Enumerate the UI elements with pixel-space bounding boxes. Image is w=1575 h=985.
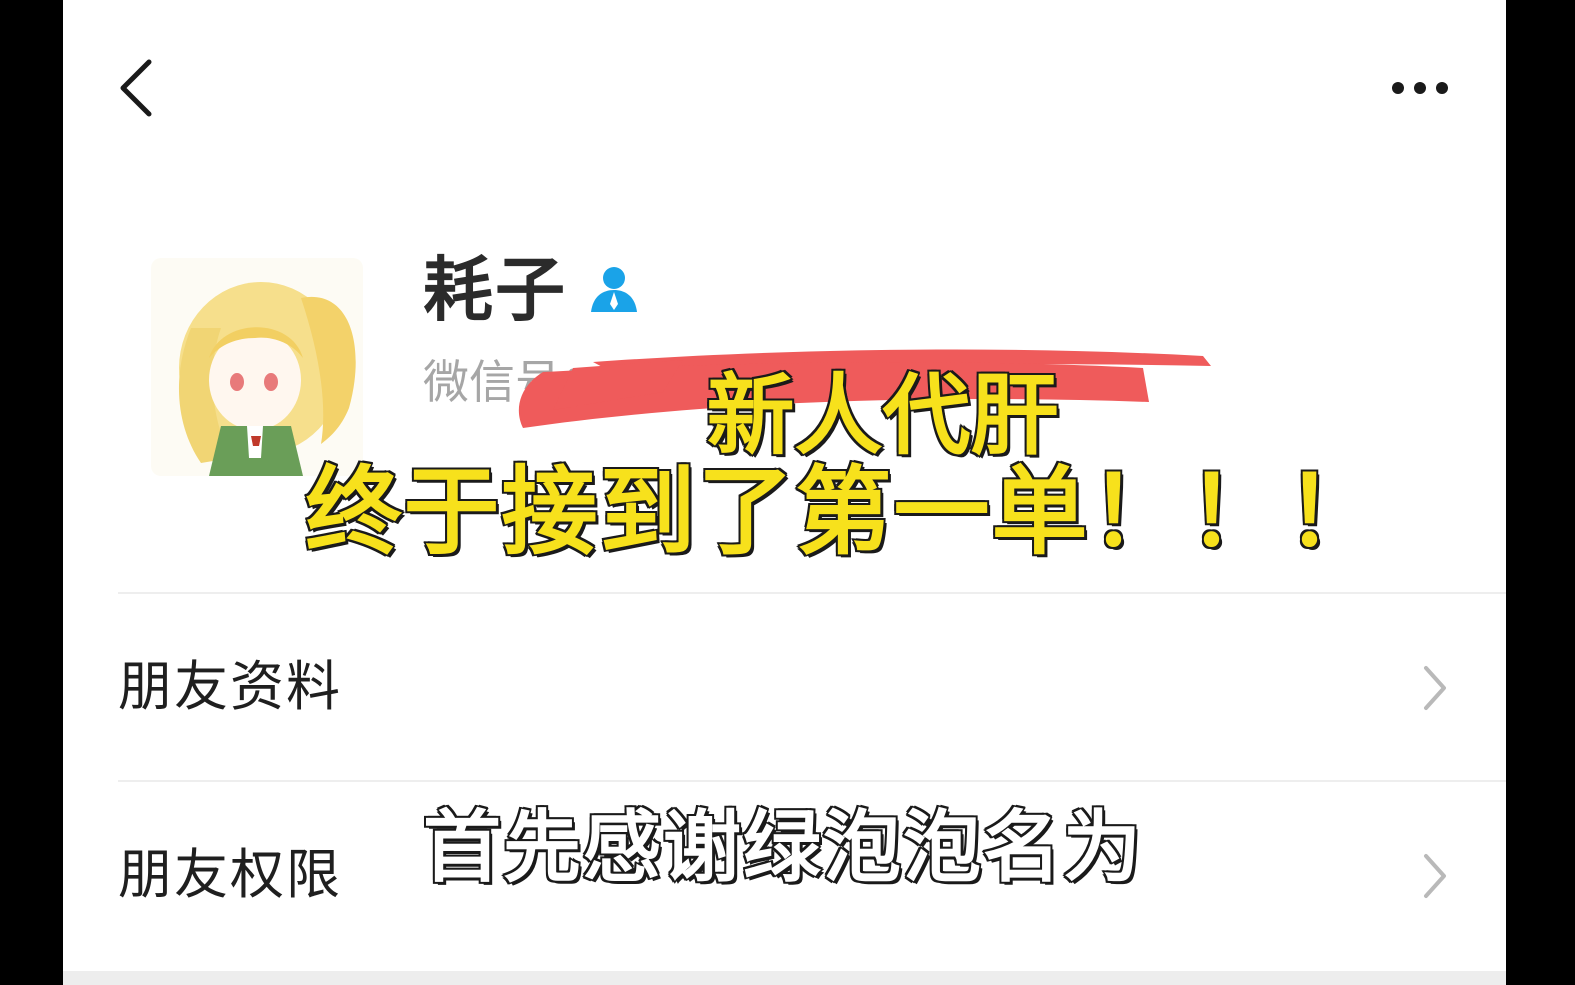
chevron-right-icon	[1424, 854, 1446, 898]
profile-name: 耗子	[423, 249, 567, 331]
overlay-title-line1: 新人代肝	[705, 364, 1060, 467]
back-button[interactable]	[103, 48, 183, 128]
overlay-title-line2: 终于接到了第一单！！！	[304, 456, 1384, 568]
bottom-section-background	[63, 971, 1506, 985]
video-subtitle: 首先感谢绿泡泡名为	[421, 802, 1144, 895]
profile-screen: 耗子 微信号： 新人代肝 终于接到了第一单！！！ 朋友资料 朋友权限 首先感谢绿…	[63, 0, 1506, 985]
menu-item-label: 朋友权限	[118, 843, 342, 906]
menu-item-label: 朋友资料	[118, 655, 342, 718]
more-button[interactable]	[1376, 60, 1466, 116]
user-icon	[585, 262, 643, 314]
menu-item-friend-info[interactable]: 朋友资料	[118, 594, 1506, 780]
more-dots-icon	[1392, 82, 1448, 94]
chevron-left-icon	[120, 59, 152, 117]
chevron-right-icon	[1424, 666, 1446, 710]
